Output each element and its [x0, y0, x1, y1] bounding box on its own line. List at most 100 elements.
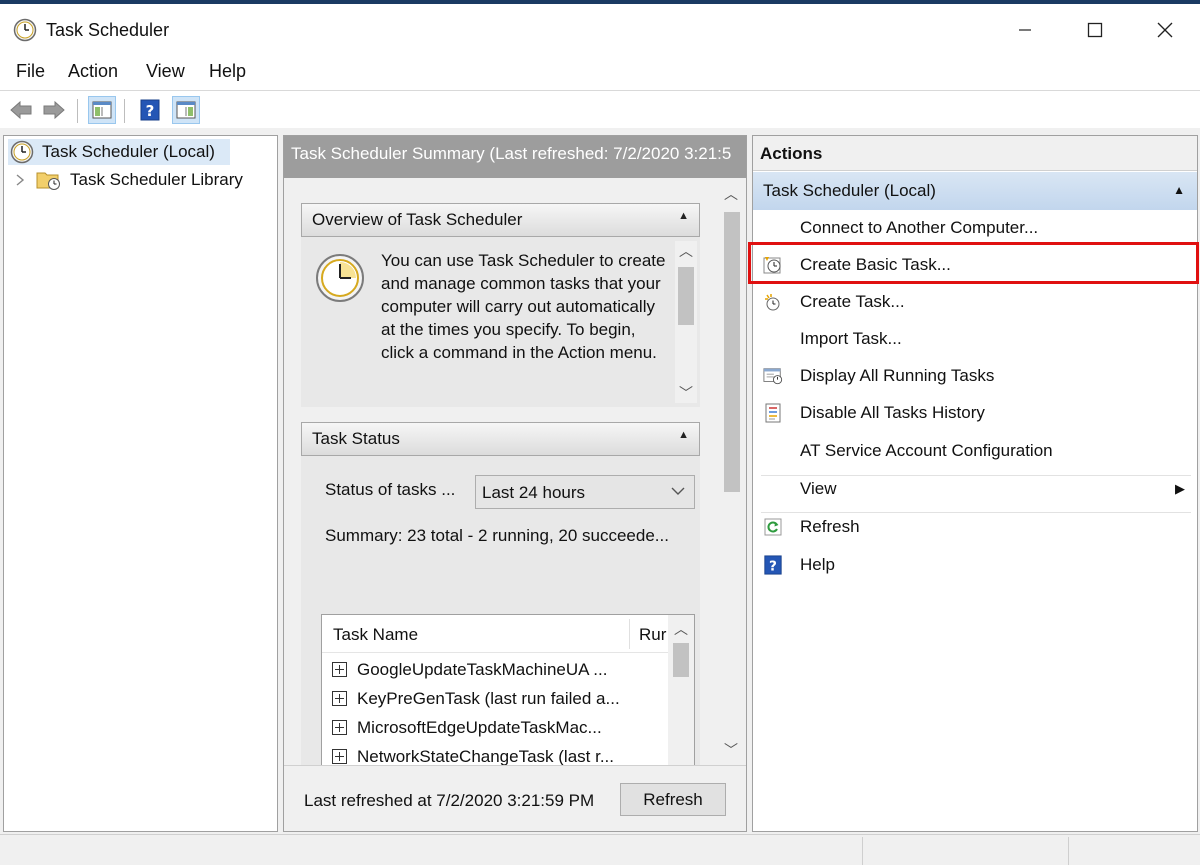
actions-group-header[interactable]: Task Scheduler (Local) ▲ [753, 172, 1197, 210]
task-scheduler-window: Task Scheduler File Action View Help ? T… [0, 0, 1200, 865]
menu-file[interactable]: File [16, 61, 45, 82]
scrollbar-thumb[interactable] [673, 643, 689, 677]
maximize-icon [1087, 22, 1103, 38]
action-connect-to-another-computer[interactable]: Connect to Another Computer... [753, 210, 1197, 247]
summary-pane: Task Scheduler Summary (Last refreshed: … [283, 135, 747, 832]
expand-plus-icon[interactable] [332, 662, 347, 677]
status-bar [0, 834, 1200, 865]
console-tree-icon [92, 101, 112, 119]
task-status-title: Task Status [312, 429, 400, 448]
overview-section-header[interactable]: Overview of Task Scheduler ▲ [301, 203, 700, 237]
action-disable-all-tasks-history[interactable]: Disable All Tasks History [753, 395, 1197, 432]
action-refresh[interactable]: Refresh [753, 509, 1197, 546]
maximize-button[interactable] [1060, 8, 1130, 52]
expand-plus-icon[interactable] [332, 691, 347, 706]
action-at-service-account-configuration[interactable]: AT Service Account Configuration [753, 433, 1197, 470]
action-label: Disable All Tasks History [800, 403, 985, 422]
action-help[interactable]: ? Help [753, 547, 1197, 584]
task-status-section-body: Status of tasks ... Last 24 hours Summar… [301, 456, 700, 765]
help-icon: ? [140, 99, 160, 121]
table-cell: GoogleUpdateTaskMachineUA ... [357, 659, 608, 679]
svg-text:?: ? [769, 558, 777, 574]
menu-help[interactable]: Help [209, 61, 246, 82]
refresh-button[interactable]: Refresh [620, 783, 726, 816]
arrow-right-icon [43, 100, 65, 120]
table-row[interactable]: MicrosoftEdgeUpdateTaskMac... [332, 713, 632, 742]
menu-view[interactable]: View [146, 61, 185, 82]
task-status-table: Task Name Rur GoogleUpdateTaskMachineUA … [321, 614, 695, 765]
action-import-task[interactable]: Import Task... [753, 321, 1197, 358]
action-label: AT Service Account Configuration [800, 441, 1053, 460]
status-divider [862, 837, 863, 865]
action-create-basic-task[interactable]: Create Basic Task... [753, 247, 1197, 284]
action-display-all-running-tasks[interactable]: Display All Running Tasks [753, 358, 1197, 395]
back-button[interactable] [7, 96, 35, 124]
table-cell: NetworkStateChangeTask (last r... [357, 746, 615, 766]
table-row[interactable]: NetworkStateChangeTask (last r... [332, 742, 632, 765]
overview-title: Overview of Task Scheduler [312, 210, 523, 229]
collapse-up-icon[interactable]: ▲ [678, 210, 689, 222]
status-period-dropdown[interactable]: Last 24 hours [475, 475, 695, 509]
scroll-down-icon[interactable]: ﹀ [676, 383, 696, 403]
clock-icon [10, 140, 34, 164]
scroll-down-icon[interactable]: ﹀ [721, 740, 741, 760]
scroll-up-icon[interactable]: ︿ [721, 184, 741, 204]
scroll-up-icon[interactable]: ︿ [671, 619, 691, 639]
collapse-up-icon[interactable]: ▲ [678, 429, 689, 441]
action-pane-icon [176, 101, 196, 119]
tree-item-task-scheduler-library[interactable]: Task Scheduler Library [14, 167, 243, 193]
menu-action[interactable]: Action [68, 61, 118, 82]
clock-icon [13, 18, 37, 42]
status-summary: Summary: 23 total - 2 running, 20 succee… [325, 526, 669, 545]
summary-scroll-area: Overview of Task Scheduler ▲ You can use… [284, 178, 746, 765]
forward-button[interactable] [40, 96, 68, 124]
action-label: Help [800, 555, 835, 574]
task-status-section-header[interactable]: Task Status ▲ [301, 422, 700, 456]
action-create-task[interactable]: Create Task... [753, 284, 1197, 321]
summary-scrollbar[interactable]: ︿ ﹀ [718, 178, 744, 765]
toolbar-separator [124, 99, 125, 123]
action-view[interactable]: View ▶ [753, 471, 1197, 508]
main-area: Task Scheduler (Local) Task Scheduler Li… [0, 128, 1200, 834]
action-label: View [800, 479, 837, 498]
help-icon: ? [764, 555, 782, 575]
expand-plus-icon[interactable] [332, 749, 347, 764]
show-hide-action-pane-button[interactable] [172, 96, 200, 124]
table-header: Task Name Rur [322, 615, 668, 653]
toolbar: ? [0, 90, 1200, 128]
action-label: Display All Running Tasks [800, 366, 995, 385]
help-button[interactable]: ? [136, 96, 164, 124]
table-row[interactable]: KeyPreGenTask (last run failed a... [332, 684, 632, 713]
column-run-result[interactable]: Rur [639, 625, 669, 645]
column-divider[interactable] [629, 619, 630, 649]
refresh-icon [764, 518, 782, 536]
overview-section-body: You can use Task Scheduler to create and… [301, 237, 700, 407]
scrollbar-thumb[interactable] [724, 212, 740, 492]
collapse-up-icon[interactable]: ▲ [1173, 183, 1185, 197]
actions-group-label: Task Scheduler (Local) [763, 181, 936, 200]
dropdown-value: Last 24 hours [482, 483, 586, 502]
minimize-button[interactable] [990, 8, 1060, 52]
scroll-up-icon[interactable]: ︿ [676, 241, 696, 261]
column-task-name[interactable]: Task Name [333, 625, 418, 645]
scrollbar-thumb[interactable] [678, 267, 694, 325]
title-bar: Task Scheduler [0, 8, 1200, 52]
actions-pane: Actions Task Scheduler (Local) ▲ Connect… [752, 135, 1198, 832]
show-hide-console-tree-button[interactable] [88, 96, 116, 124]
table-scrollbar[interactable]: ︿ [668, 615, 694, 765]
expand-plus-icon[interactable] [332, 720, 347, 735]
running-tasks-icon [763, 368, 783, 385]
actions-title: Actions [753, 136, 1197, 171]
action-label: Create Basic Task... [800, 255, 951, 274]
tree-item-task-scheduler-local[interactable]: Task Scheduler (Local) [8, 139, 230, 165]
table-row[interactable]: GoogleUpdateTaskMachineUA ... [332, 655, 632, 684]
menu-bar: File Action View Help [0, 54, 1200, 88]
close-button[interactable] [1130, 8, 1200, 52]
window-title: Task Scheduler [46, 20, 170, 40]
new-task-icon [765, 294, 780, 311]
overview-scrollbar[interactable]: ︿ ﹀ [675, 241, 697, 403]
chevron-right-icon[interactable] [14, 173, 26, 187]
submenu-arrow-icon: ▶ [1175, 481, 1185, 496]
clock-wizard-icon [763, 257, 781, 274]
status-filter-label: Status of tasks ... [325, 480, 456, 499]
